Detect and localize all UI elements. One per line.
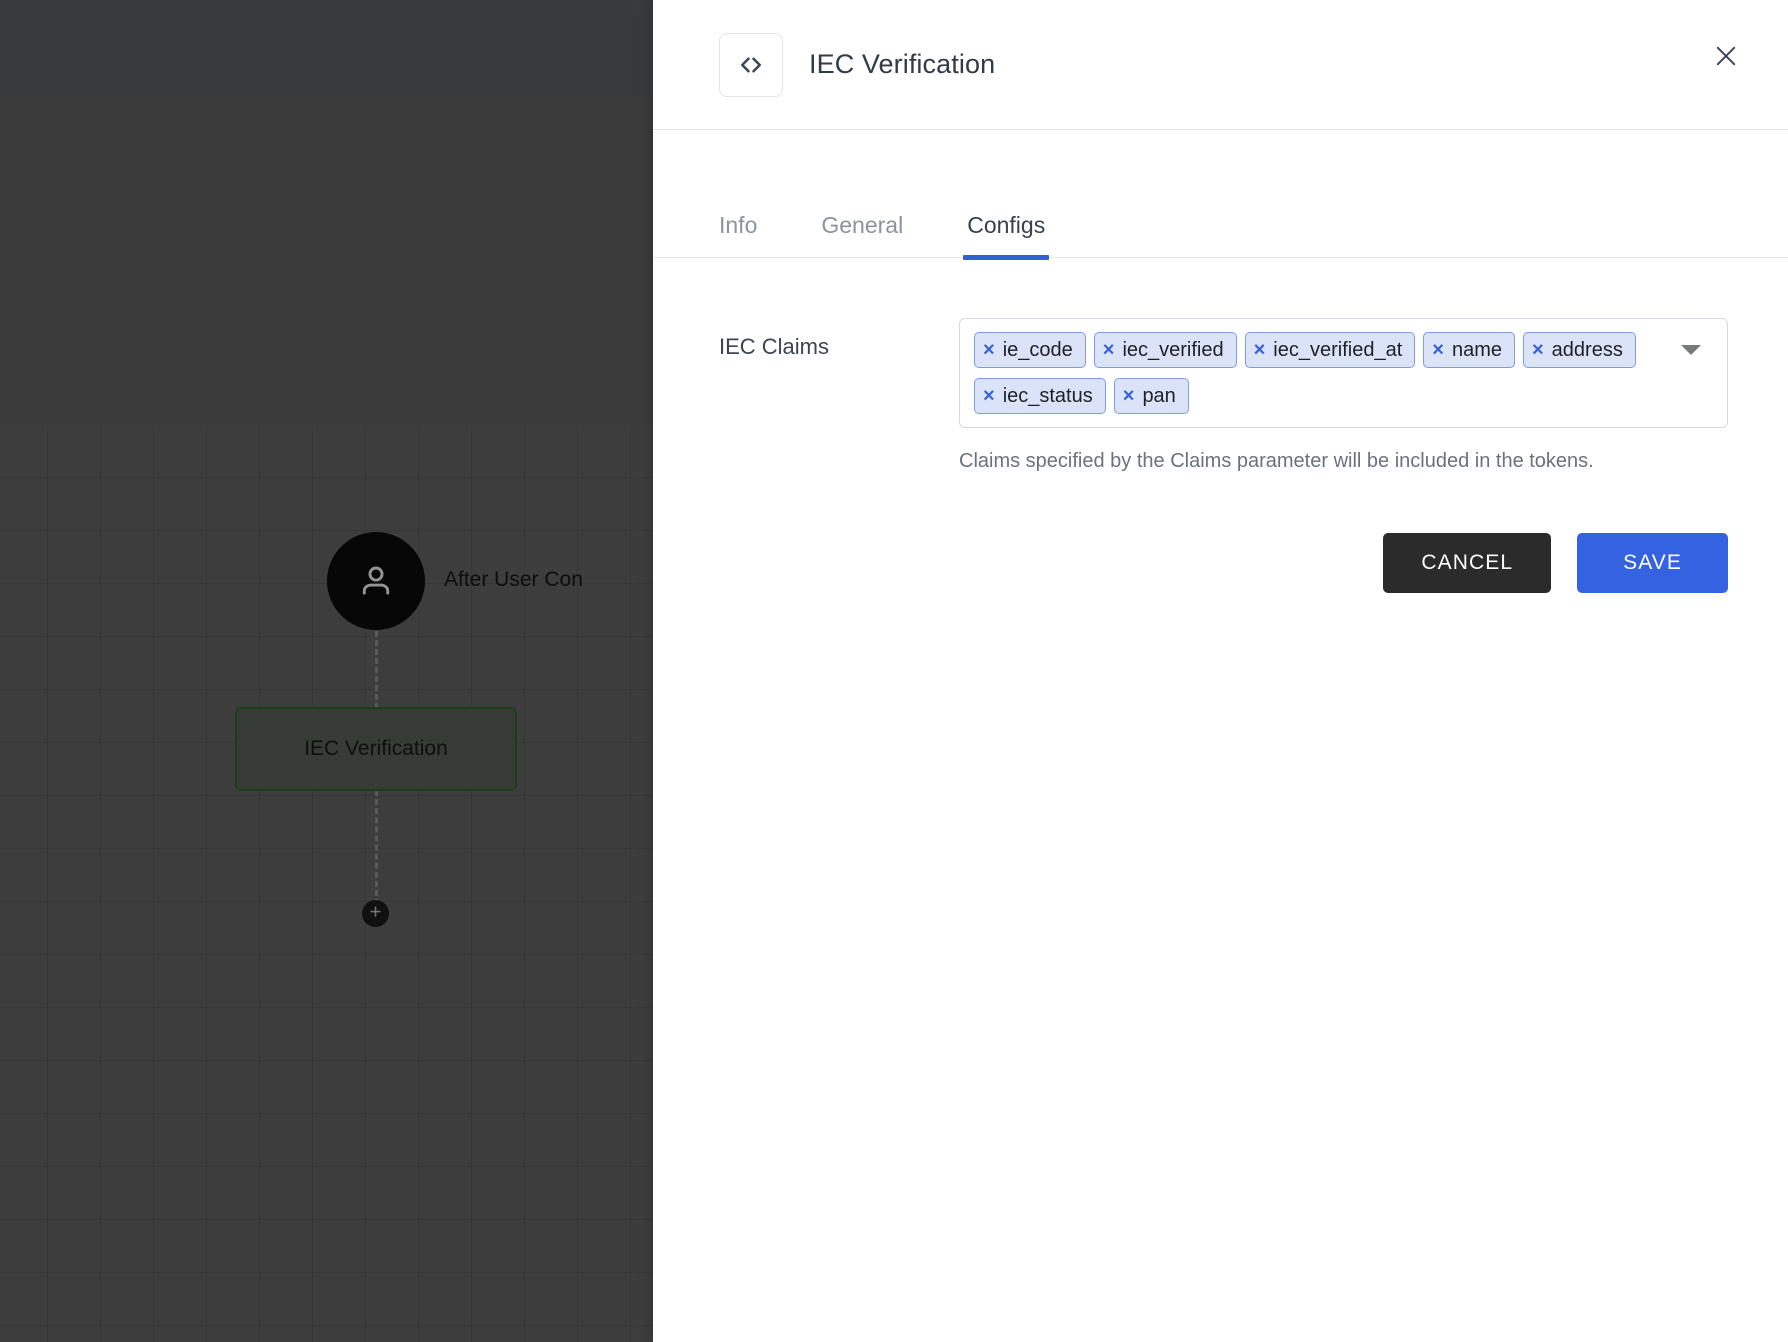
chip-remove-icon[interactable]: ×	[983, 340, 995, 360]
iec-claims-helper-text: Claims specified by the Claims parameter…	[959, 450, 1594, 472]
chip-pan[interactable]: × pan	[1113, 378, 1189, 414]
chip-remove-icon[interactable]: ×	[1123, 386, 1135, 406]
cancel-button[interactable]: CANCEL	[1383, 533, 1552, 593]
chip-label: iec_status	[1002, 384, 1093, 407]
chip-iec-verified[interactable]: × iec_verified	[1093, 332, 1237, 368]
flow-node-iec-verification[interactable]: IEC Verification	[235, 707, 517, 791]
flow-start-node-label: After User Con	[444, 568, 583, 591]
iec-claims-row: IEC Claims × ie_code × iec_verified × ie…	[719, 318, 1728, 593]
flow-edge-node-to-add	[375, 790, 378, 905]
add-step-button[interactable]	[362, 900, 389, 927]
iec-claims-multiselect[interactable]: × ie_code × iec_verified × iec_verified_…	[959, 318, 1728, 428]
chip-label: pan	[1142, 384, 1176, 407]
chip-name[interactable]: × name	[1423, 332, 1515, 368]
chip-label: iec_verified	[1122, 338, 1224, 361]
chip-address[interactable]: × address	[1522, 332, 1636, 368]
plus-icon	[368, 904, 383, 924]
canvas-toolbar-band	[0, 0, 660, 96]
chip-label: address	[1551, 338, 1623, 361]
iec-claims-field-column: × ie_code × iec_verified × iec_verified_…	[959, 318, 1728, 593]
chip-remove-icon[interactable]: ×	[1532, 340, 1544, 360]
chip-label: name	[1451, 338, 1502, 361]
chevron-down-icon[interactable]	[1681, 345, 1701, 355]
chip-remove-icon[interactable]: ×	[1103, 340, 1115, 360]
user-icon	[354, 559, 398, 603]
iec-claims-label: IEC Claims	[719, 334, 830, 359]
details-panel: IEC Verification Info General Configs IE…	[653, 0, 1788, 1342]
tab-info[interactable]: Info	[719, 212, 757, 257]
close-icon[interactable]	[1704, 34, 1748, 78]
tab-configs[interactable]: Configs	[963, 212, 1050, 260]
chip-remove-icon[interactable]: ×	[1254, 340, 1266, 360]
save-button[interactable]: SAVE	[1577, 533, 1728, 593]
flow-edge-start-to-node	[375, 631, 378, 709]
panel-title: IEC Verification	[809, 49, 996, 79]
panel-body: IEC Claims × ie_code × iec_verified × ie…	[653, 258, 1788, 1342]
chip-iec-verified-at[interactable]: × iec_verified_at	[1244, 332, 1416, 368]
app-root: After User Con IEC Verification IEC Veri…	[0, 0, 1788, 1342]
tab-general[interactable]: General	[821, 212, 903, 257]
flow-node-label: IEC Verification	[304, 737, 448, 760]
chip-ie-code[interactable]: × ie_code	[974, 332, 1086, 368]
chip-remove-icon[interactable]: ×	[983, 386, 995, 406]
code-brackets-icon	[719, 32, 783, 97]
panel-header: IEC Verification	[653, 0, 1788, 130]
chip-label: iec_verified_at	[1273, 338, 1403, 361]
panel-actions: CANCEL SAVE	[959, 533, 1728, 593]
chip-iec-status[interactable]: × iec_status	[974, 378, 1106, 414]
canvas-upper-area	[0, 96, 660, 425]
panel-tabs: Info General Configs	[653, 186, 1788, 260]
chip-label: ie_code	[1002, 338, 1073, 361]
flow-start-node[interactable]	[327, 532, 425, 630]
chip-remove-icon[interactable]: ×	[1432, 340, 1444, 360]
